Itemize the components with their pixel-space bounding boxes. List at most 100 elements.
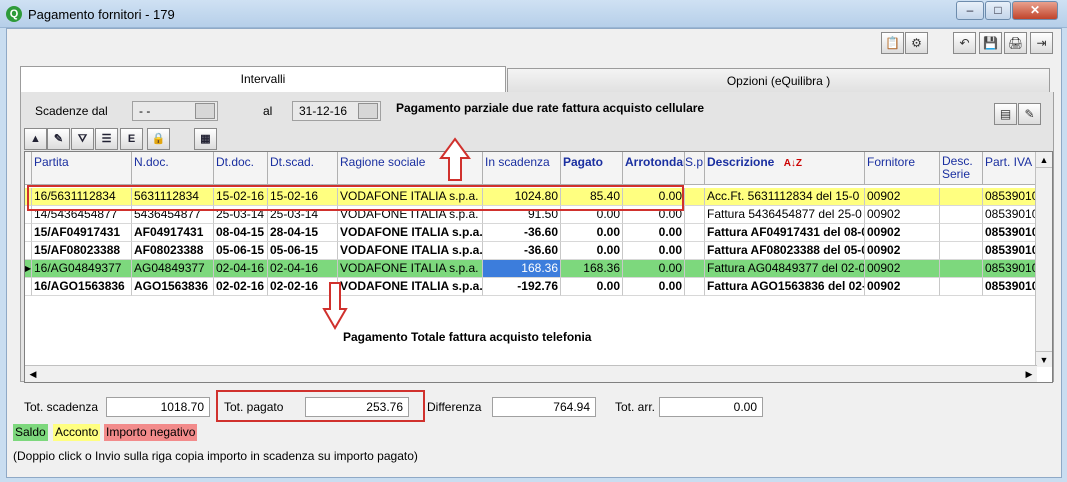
cell-ndoc[interactable]: AF04917431 <box>132 224 214 242</box>
cell-ragione-sociale[interactable]: VODAFONE ITALIA s.p.a. <box>338 278 483 296</box>
cell-descrizione[interactable]: Fattura AF08023388 del 05-0 <box>705 242 865 260</box>
cell-pagato[interactable]: 0.00 <box>561 242 623 260</box>
cell-descrizione[interactable]: Fattura 5436454877 del 25-0 <box>705 206 865 224</box>
cell-fornitore[interactable]: 00902 <box>865 278 940 296</box>
scroll-up-icon[interactable]: ▲ <box>1036 152 1052 168</box>
scroll-right-icon[interactable]: ▶ <box>1021 366 1037 382</box>
export-icon[interactable]: E <box>120 128 143 150</box>
cell-fornitore[interactable]: 00902 <box>865 206 940 224</box>
scroll-left-icon[interactable]: ◀ <box>25 366 41 382</box>
settings-icon[interactable]: ⚙ <box>905 32 928 54</box>
cell-desc-serie[interactable] <box>940 242 983 260</box>
cell-ragione-sociale[interactable]: VODAFONE ITALIA s.p.a. <box>338 224 483 242</box>
cell-part-iva[interactable]: 08539010 <box>983 260 1037 278</box>
cell-descrizione[interactable]: Fattura AF04917431 del 08-0 <box>705 224 865 242</box>
cell-dtscad[interactable]: 05-06-15 <box>268 242 338 260</box>
undo-icon[interactable]: ↶ <box>953 32 976 54</box>
row-indicator[interactable] <box>25 278 32 296</box>
exit-icon[interactable]: ⇥ <box>1030 32 1053 54</box>
cell-dtdoc[interactable]: 05-06-15 <box>214 242 268 260</box>
cell-sp[interactable] <box>685 206 705 224</box>
cell-descrizione[interactable]: Acc.Ft. 5631112834 del 15-0 <box>705 188 865 206</box>
cell-part-iva[interactable]: 08539010 <box>983 224 1037 242</box>
cell-pagato[interactable]: 168.36 <box>561 260 623 278</box>
cell-in-scadenza[interactable]: -192.76 <box>483 278 561 296</box>
column-header-ndoc[interactable]: N.doc. <box>132 152 214 185</box>
table-row[interactable]: 15/AF04917431 AF04917431 08-04-15 28-04-15 V… <box>25 224 1037 242</box>
cell-ndoc[interactable]: AF08023388 <box>132 242 214 260</box>
cell-desc-serie[interactable] <box>940 260 983 278</box>
column-header-descrizione[interactable]: Descrizione A↓Z <box>705 152 865 185</box>
column-header-desc-serie[interactable]: Desc. Serie <box>940 152 983 185</box>
maximize-button[interactable]: □ <box>985 1 1011 20</box>
cell-in-scadenza[interactable]: 168.36 <box>483 260 561 278</box>
cell-arrotondamento[interactable]: 0.00 <box>623 260 685 278</box>
row-indicator[interactable] <box>25 242 32 260</box>
cell-desc-serie[interactable] <box>940 188 983 206</box>
cell-dtdoc[interactable]: 02-04-16 <box>214 260 268 278</box>
cell-sp[interactable] <box>685 242 705 260</box>
column-header-part-iva[interactable]: Part. IVA <box>983 152 1037 185</box>
table-row[interactable]: 16/AGO1563836 AGO1563836 02-02-16 02-02-16 V… <box>25 278 1037 296</box>
close-button[interactable]: ✕ <box>1012 1 1058 20</box>
column-header-fornitore[interactable]: Fornitore <box>865 152 940 185</box>
cell-dtdoc[interactable]: 08-04-15 <box>214 224 268 242</box>
cell-desc-serie[interactable] <box>940 278 983 296</box>
cell-arrotondamento[interactable]: 0.00 <box>623 242 685 260</box>
edit-icon[interactable]: ✎ <box>47 128 70 150</box>
lock-icon[interactable]: 🔒 <box>147 128 170 150</box>
cell-desc-serie[interactable] <box>940 206 983 224</box>
document-icon[interactable]: ▤ <box>994 103 1017 125</box>
row-indicator[interactable] <box>25 224 32 242</box>
save-icon[interactable]: 💾 <box>979 32 1002 54</box>
calendar-icon[interactable] <box>195 103 215 119</box>
edit-delete-icon[interactable]: ✎ <box>1018 103 1041 125</box>
cell-arrotondamento[interactable]: 0.00 <box>623 278 685 296</box>
from-date-field[interactable]: - - <box>132 101 218 121</box>
cell-desc-serie[interactable] <box>940 224 983 242</box>
to-date-field[interactable]: 31-12-16 <box>292 101 381 121</box>
cell-ndoc[interactable]: AG04849377 <box>132 260 214 278</box>
cell-partita[interactable]: 16/AGO1563836 <box>32 278 132 296</box>
cell-dtscad[interactable]: 02-04-16 <box>268 260 338 278</box>
cell-partita[interactable]: 15/AF08023388 <box>32 242 132 260</box>
cell-partita[interactable]: 15/AF04917431 <box>32 224 132 242</box>
row-indicator[interactable]: ▶ <box>25 260 32 278</box>
cell-part-iva[interactable]: 08539010 <box>983 188 1037 206</box>
cell-in-scadenza[interactable]: -36.60 <box>483 242 561 260</box>
column-header-pagato[interactable]: Pagato <box>561 152 623 185</box>
cell-ragione-sociale[interactable]: VODAFONE ITALIA s.p.a. <box>338 260 483 278</box>
cell-sp[interactable] <box>685 188 705 206</box>
cell-fornitore[interactable]: 00902 <box>865 242 940 260</box>
cell-pagato[interactable]: 0.00 <box>561 278 623 296</box>
column-header-dtscad[interactable]: Dt.scad. <box>268 152 338 185</box>
cell-ragione-sociale[interactable]: VODAFONE ITALIA s.p.a. <box>338 242 483 260</box>
cell-pagato[interactable]: 0.00 <box>561 224 623 242</box>
cell-part-iva[interactable]: 08539010 <box>983 278 1037 296</box>
tab-opzioni[interactable]: Opzioni (eQuilibra ) <box>507 68 1050 94</box>
cell-arrotondamento[interactable]: 0.00 <box>623 224 685 242</box>
sort-az-icon[interactable]: A↓Z <box>784 158 802 169</box>
calendar-icon[interactable] <box>358 103 378 119</box>
calculator-icon[interactable]: ▦ <box>194 128 217 150</box>
table-row[interactable]: ▶ 16/AG04849377 AG04849377 02-04-16 02-04-16… <box>25 260 1037 278</box>
cell-part-iva[interactable]: 08539010 <box>983 206 1037 224</box>
sort-up-icon[interactable]: ▲ <box>24 128 47 150</box>
scroll-down-icon[interactable]: ▼ <box>1036 351 1052 367</box>
cell-fornitore[interactable]: 00902 <box>865 260 940 278</box>
column-header-in-scadenza[interactable]: In scadenza <box>483 152 561 185</box>
filter-icon[interactable]: ⛛ <box>71 128 94 150</box>
cell-sp[interactable] <box>685 278 705 296</box>
cell-ndoc[interactable]: AGO1563836 <box>132 278 214 296</box>
cell-part-iva[interactable]: 08539010 <box>983 242 1037 260</box>
cell-partita[interactable]: 16/AG04849377 <box>32 260 132 278</box>
cell-sp[interactable] <box>685 260 705 278</box>
column-header-arrotondam[interactable]: Arrotondam <box>623 152 685 185</box>
column-header-dtdoc[interactable]: Dt.doc. <box>214 152 268 185</box>
tab-intervalli[interactable]: Intervalli <box>20 66 506 92</box>
cell-sp[interactable] <box>685 224 705 242</box>
column-header-sp[interactable]: S.p <box>685 152 705 185</box>
table-row[interactable]: 15/AF08023388 AF08023388 05-06-15 05-06-15 V… <box>25 242 1037 260</box>
horizontal-scrollbar[interactable]: ◀ ▶ <box>25 365 1037 382</box>
title-bar[interactable]: Q Pagamento fornitori - 179 – □ ✕ <box>0 0 1067 28</box>
